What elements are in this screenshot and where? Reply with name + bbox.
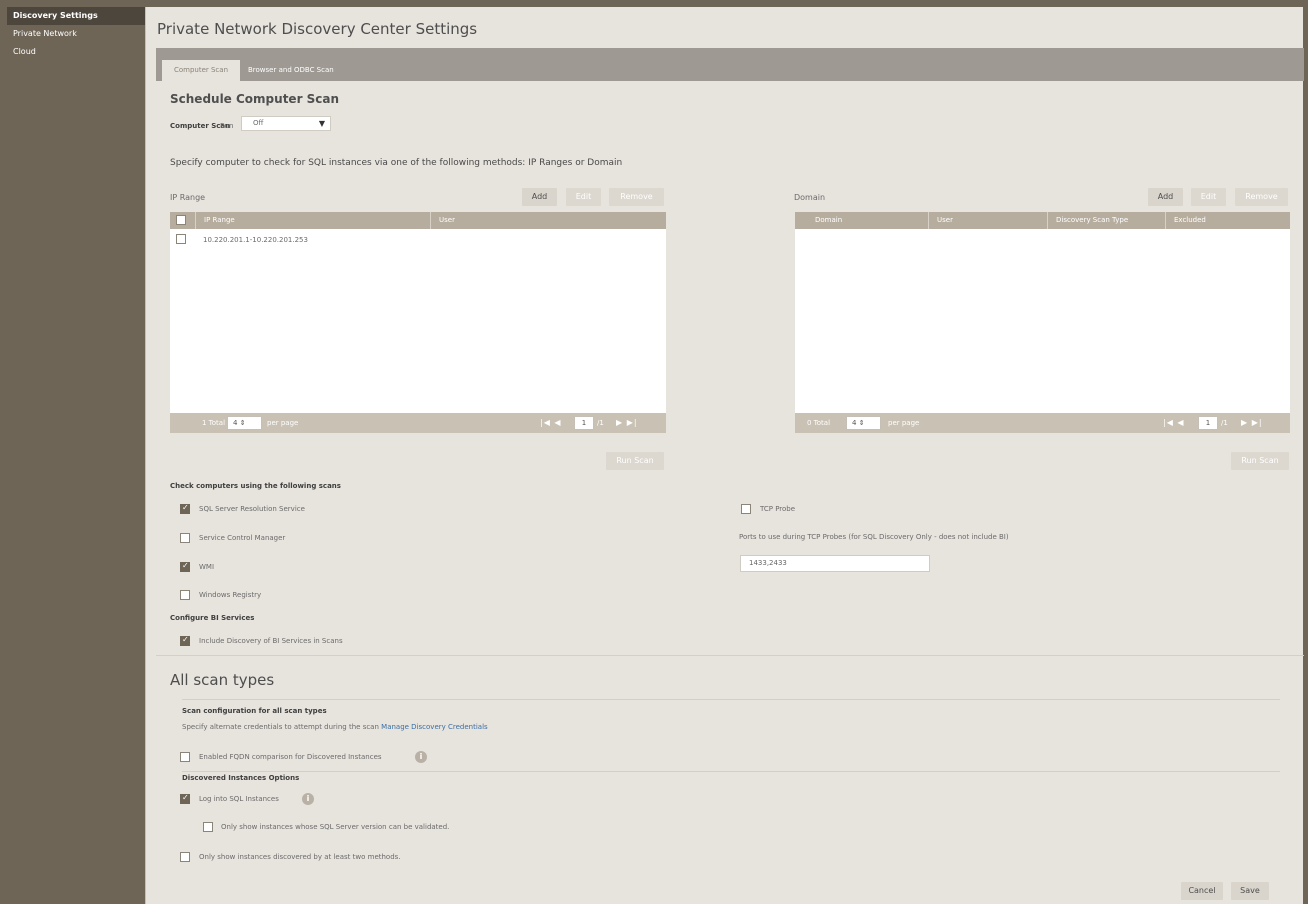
tab-browser-odbc-scan[interactable]: Browser and ODBC Scan: [243, 60, 339, 81]
total-count: 1 Total: [202, 419, 226, 427]
next-last-page-icon[interactable]: ▶ ▶|: [1241, 413, 1263, 433]
column-domain[interactable]: Domain: [807, 212, 927, 229]
sidebar-item-label: Discovery Settings: [13, 11, 98, 20]
method-description: Specify computer to check for SQL instan…: [170, 158, 623, 168]
section-divider: [156, 655, 1304, 656]
run-select[interactable]: Off ▼: [241, 116, 331, 131]
service-control-label: Service Control Manager: [199, 534, 286, 542]
ports-label: Ports to use during TCP Probes (for SQL …: [739, 533, 1009, 541]
page-title: Private Network Discovery Center Setting…: [157, 20, 478, 38]
ip-add-button[interactable]: Add: [522, 188, 557, 206]
bi-discovery-label: Include Discovery of BI Services in Scan…: [199, 637, 343, 645]
tab-bar: Computer Scan Browser and ODBC Scan: [156, 48, 1304, 81]
bi-heading: Configure BI Services: [170, 614, 255, 622]
domain-remove-button[interactable]: Remove: [1235, 188, 1288, 206]
fqdn-label: Enabled FQDN comparison for Discovered I…: [199, 753, 382, 761]
domain-edit-button[interactable]: Edit: [1191, 188, 1226, 206]
tcp-probe-checkbox[interactable]: [741, 504, 751, 514]
domain-add-button[interactable]: Add: [1148, 188, 1183, 206]
ports-input[interactable]: 1433,2433: [740, 555, 930, 572]
page-number-input[interactable]: 1: [574, 416, 594, 430]
log-into-sql-label: Log into SQL Instances: [199, 795, 279, 803]
column-discovery-scan-type[interactable]: Discovery Scan Type: [1047, 212, 1167, 229]
per-page-stepper[interactable]: 4 ⇕: [227, 416, 262, 430]
main-content: Private Network Discovery Center Setting…: [145, 7, 1304, 904]
ip-edit-button[interactable]: Edit: [566, 188, 601, 206]
save-button[interactable]: Save: [1231, 882, 1269, 900]
per-page-value: 4: [233, 419, 238, 427]
tcp-probe-label: TCP Probe: [760, 505, 796, 513]
page-of-label: /1: [597, 419, 604, 427]
instances-heading: Discovered Instances Options: [182, 774, 300, 782]
fqdn-checkbox[interactable]: [180, 752, 190, 762]
only-validated-checkbox[interactable]: [203, 822, 213, 832]
run-select-value: Off: [253, 119, 264, 127]
select-all-checkbox[interactable]: [176, 215, 186, 225]
column-user[interactable]: User: [430, 212, 666, 229]
all-scan-types-title: All scan types: [170, 671, 275, 689]
sql-resolution-checkbox[interactable]: [180, 503, 190, 514]
ip-run-scan-button[interactable]: Run Scan: [606, 452, 664, 470]
info-icon[interactable]: i: [302, 793, 314, 805]
sidebar-item-cloud[interactable]: Cloud: [7, 43, 145, 61]
ip-range-grid: IP Range User 10.220.201.1-10.220.201.25…: [170, 212, 666, 433]
column-excluded[interactable]: Excluded: [1165, 212, 1290, 229]
row-checkbox[interactable]: [176, 234, 186, 244]
next-last-page-icon[interactable]: ▶ ▶|: [616, 413, 638, 433]
domain-run-scan-button[interactable]: Run Scan: [1231, 452, 1289, 470]
page-number-input[interactable]: 1: [1198, 416, 1218, 430]
grid-footer: 0 Total 4 ⇕ per page |◀ ◀ 1 /1 ▶ ▶|: [795, 413, 1290, 433]
first-prev-page-icon[interactable]: |◀ ◀: [540, 413, 562, 433]
scans-heading: Check computers using the following scan…: [170, 482, 341, 490]
service-control-checkbox[interactable]: [180, 533, 190, 543]
windows-registry-label: Windows Registry: [199, 591, 262, 599]
section-divider: [182, 771, 1280, 772]
config-desc-text: Specify alternate credentials to attempt…: [182, 723, 379, 731]
section-divider: [182, 699, 1280, 700]
manage-credentials-link[interactable]: Manage Discovery Credentials: [381, 723, 488, 731]
sidebar-item-discovery-settings[interactable]: Discovery Settings: [7, 7, 145, 25]
ip-range-title: IP Range: [170, 193, 206, 202]
chevron-down-icon: ▼: [318, 119, 325, 128]
info-icon[interactable]: i: [415, 751, 427, 763]
sidebar-item-private-network[interactable]: Private Network: [7, 25, 145, 43]
per-page-value: 4: [852, 419, 857, 427]
column-user[interactable]: User: [928, 212, 1048, 229]
grid-header: IP Range User: [170, 212, 666, 229]
wmi-checkbox[interactable]: [180, 561, 190, 572]
schedule-heading: Schedule Computer Scan: [170, 92, 340, 106]
cancel-button[interactable]: Cancel: [1181, 882, 1223, 900]
ip-remove-button[interactable]: Remove: [609, 188, 664, 206]
windows-registry-checkbox[interactable]: [180, 590, 190, 600]
column-ip-range[interactable]: IP Range: [195, 212, 455, 229]
bi-discovery-checkbox[interactable]: [180, 635, 190, 646]
sidebar: Discovery Settings Private Network Cloud: [7, 7, 145, 904]
only-two-methods-label: Only show instances discovered by at lea…: [199, 853, 401, 861]
grid-header: Domain User Discovery Scan Type Excluded: [795, 212, 1290, 229]
config-description: Specify alternate credentials to attempt…: [182, 723, 488, 731]
config-heading: Scan configuration for all scan types: [182, 707, 327, 715]
log-into-sql-checkbox[interactable]: [180, 793, 190, 804]
domain-title: Domain: [794, 193, 826, 202]
sql-resolution-label: SQL Server Resolution Service: [199, 505, 305, 513]
sidebar-item-label: Private Network: [13, 29, 77, 38]
table-row[interactable]: 10.220.201.1-10.220.201.253: [203, 236, 308, 244]
only-validated-label: Only show instances whose SQL Server ver…: [221, 823, 450, 831]
total-count: 0 Total: [807, 419, 831, 427]
per-page-label: per page: [267, 419, 299, 427]
only-two-methods-checkbox[interactable]: [180, 852, 190, 862]
per-page-stepper[interactable]: 4 ⇕: [846, 416, 881, 430]
grid-footer: 1 Total 4 ⇕ per page |◀ ◀ 1 /1 ▶ ▶|: [170, 413, 666, 433]
per-page-label: per page: [888, 419, 920, 427]
page-of-label: /1: [1221, 419, 1228, 427]
first-prev-page-icon[interactable]: |◀ ◀: [1163, 413, 1185, 433]
wmi-label: WMI: [199, 563, 215, 571]
sidebar-item-label: Cloud: [13, 47, 36, 56]
domain-grid: Domain User Discovery Scan Type Excluded…: [795, 212, 1290, 433]
run-label: Run: [220, 122, 234, 130]
tab-computer-scan[interactable]: Computer Scan: [162, 60, 240, 81]
